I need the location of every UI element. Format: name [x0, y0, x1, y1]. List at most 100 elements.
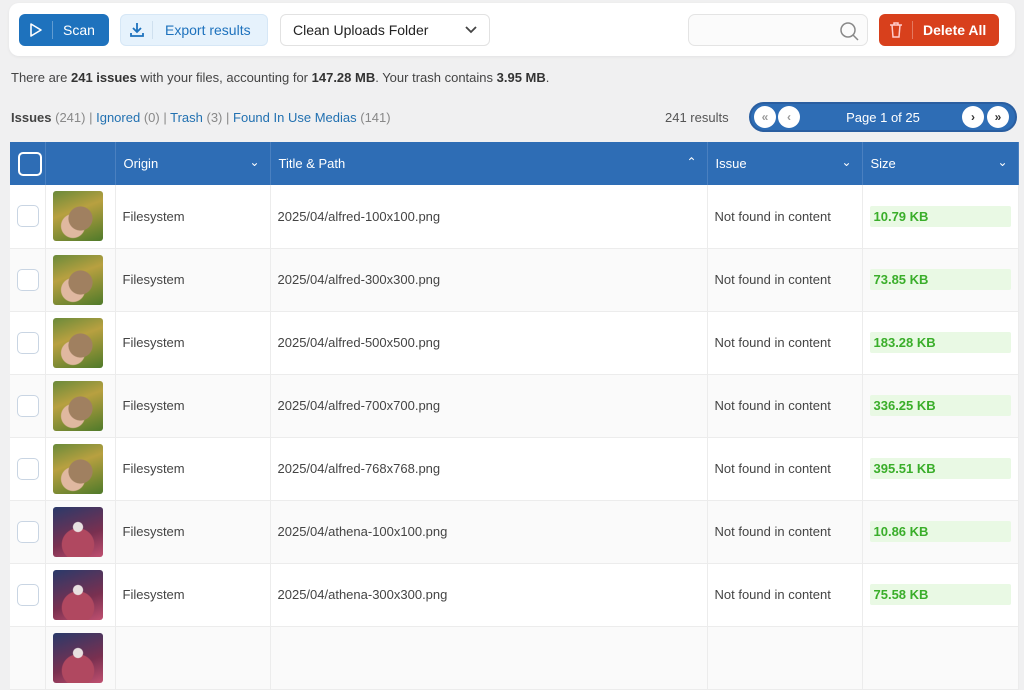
thumbnail-image[interactable]	[52, 317, 103, 368]
thumbnail-image[interactable]	[52, 254, 103, 305]
thumbnail-cell	[45, 626, 116, 690]
thumbnail-cell	[45, 563, 116, 627]
row-select-cell	[10, 311, 46, 375]
export-results-button[interactable]: Export results	[120, 14, 268, 46]
filter-tabs: Issues (241) | Ignored (0) | Trash (3) |…	[11, 110, 391, 125]
origin-cell	[115, 626, 271, 690]
chevron-down-icon	[465, 26, 477, 34]
path-cell	[270, 626, 708, 690]
thumbnail-image[interactable]	[52, 632, 103, 683]
tab-issues[interactable]: Issues	[11, 110, 51, 125]
origin-cell: Filesystem	[115, 437, 271, 501]
table-row: Filesystem 2025/04/alfred-500x500.png No…	[10, 311, 1019, 375]
column-size[interactable]: Size ⌄	[862, 142, 1019, 185]
origin-cell: Filesystem	[115, 563, 271, 627]
last-page-button[interactable]: »	[987, 106, 1009, 128]
thumbnail-image[interactable]	[52, 506, 103, 557]
size-cell: 73.85 KB	[862, 248, 1019, 312]
origin-cell: Filesystem	[115, 185, 271, 249]
chevron-down-icon: ⌄	[841, 155, 852, 169]
issue-cell: Not found in content	[707, 437, 863, 501]
origin-cell: Filesystem	[115, 311, 271, 375]
issue-cell: Not found in content	[707, 500, 863, 564]
table-row: Filesystem 2025/04/alfred-300x300.png No…	[10, 248, 1019, 312]
row-checkbox[interactable]	[17, 268, 39, 291]
size-badge: 73.85 KB	[869, 269, 1011, 290]
thumbnail-cell	[45, 248, 116, 312]
size-cell: 75.58 KB	[862, 563, 1019, 627]
chevron-up-icon: ⌃	[686, 155, 697, 169]
issues-table: Origin ⌄ Title & Path ⌃ Issue ⌄ Size ⌄ Files…	[10, 142, 1019, 690]
row-select-cell	[10, 248, 46, 312]
thumbnail-image[interactable]	[52, 443, 103, 494]
origin-cell: Filesystem	[115, 500, 271, 564]
issue-cell	[707, 626, 863, 690]
thumbnail-image[interactable]	[52, 380, 103, 431]
row-select-cell	[10, 185, 46, 249]
thumbnail-cell	[45, 437, 116, 501]
size-badge: 183.28 KB	[869, 332, 1011, 353]
size-badge: 75.58 KB	[869, 584, 1011, 605]
path-cell: 2025/04/alfred-300x300.png	[270, 248, 708, 312]
delete-all-button[interactable]: Delete All	[879, 14, 999, 46]
column-issue[interactable]: Issue ⌄	[707, 142, 863, 185]
pagination: Page 1 of 25 « ‹ › »	[749, 102, 1017, 132]
scan-label: Scan	[63, 22, 95, 38]
thumbnail-image[interactable]	[52, 569, 103, 620]
table-row: Filesystem 2025/04/alfred-700x700.png No…	[10, 374, 1019, 438]
row-select-cell	[10, 437, 46, 501]
issue-cell: Not found in content	[707, 374, 863, 438]
action-select-value: Clean Uploads Folder	[293, 22, 429, 38]
prev-page-button[interactable]: ‹	[778, 106, 800, 128]
table-row: Filesystem 2025/04/alfred-100x100.png No…	[10, 185, 1019, 249]
export-label: Export results	[165, 22, 251, 38]
row-checkbox[interactable]	[17, 457, 39, 480]
tab-trash[interactable]: Trash	[170, 110, 203, 125]
row-checkbox[interactable]	[17, 583, 39, 606]
download-icon	[121, 21, 153, 39]
row-checkbox[interactable]	[17, 331, 39, 354]
thumbnail-cell	[45, 374, 116, 438]
size-cell	[862, 626, 1019, 690]
thumbnail-cell	[45, 311, 116, 375]
path-cell: 2025/04/athena-100x100.png	[270, 500, 708, 564]
trash-icon	[879, 21, 913, 39]
first-page-button[interactable]: «	[754, 106, 776, 128]
select-all-checkbox[interactable]	[18, 151, 42, 176]
delete-all-label: Delete All	[923, 22, 987, 38]
thumbnail-image[interactable]	[52, 191, 103, 242]
next-page-button[interactable]: ›	[962, 106, 984, 128]
summary-text: There are 241 issues with your files, ac…	[11, 70, 550, 85]
search-icon	[840, 22, 859, 41]
size-cell: 395.51 KB	[862, 437, 1019, 501]
table-row: Filesystem 2025/04/athena-100x100.png No…	[10, 500, 1019, 564]
path-cell: 2025/04/alfred-500x500.png	[270, 311, 708, 375]
search-input[interactable]	[688, 14, 868, 46]
row-select-cell	[10, 563, 46, 627]
row-select-cell	[10, 626, 46, 690]
action-select[interactable]: Clean Uploads Folder	[280, 14, 490, 46]
path-cell: 2025/04/athena-300x300.png	[270, 563, 708, 627]
size-cell: 10.79 KB	[862, 185, 1019, 249]
path-cell: 2025/04/alfred-100x100.png	[270, 185, 708, 249]
row-checkbox[interactable]	[17, 520, 39, 543]
size-badge: 10.86 KB	[869, 521, 1011, 542]
issue-cell: Not found in content	[707, 311, 863, 375]
tab-found-in-use[interactable]: Found In Use Medias	[233, 110, 357, 125]
select-all-header	[10, 142, 46, 185]
row-select-cell	[10, 374, 46, 438]
scan-button[interactable]: Scan	[19, 14, 109, 46]
thumbnail-header	[45, 142, 116, 185]
row-checkbox[interactable]	[17, 394, 39, 417]
size-badge: 395.51 KB	[869, 458, 1011, 479]
column-title[interactable]: Title & Path ⌃	[270, 142, 708, 185]
toolbar: Scan Export results Clean Uploads Folder…	[9, 3, 1015, 56]
table-row-partial	[10, 626, 1019, 690]
issue-cell: Not found in content	[707, 185, 863, 249]
tab-ignored[interactable]: Ignored	[96, 110, 140, 125]
thumbnail-cell	[45, 185, 116, 249]
path-cell: 2025/04/alfred-700x700.png	[270, 374, 708, 438]
row-checkbox[interactable]	[17, 205, 39, 228]
size-cell: 336.25 KB	[862, 374, 1019, 438]
column-origin[interactable]: Origin ⌄	[115, 142, 271, 185]
